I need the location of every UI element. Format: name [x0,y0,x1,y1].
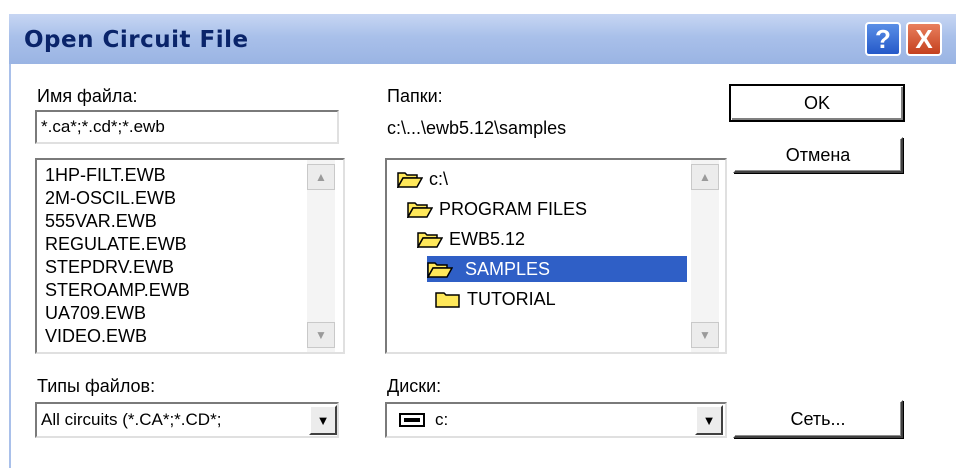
chevron-down-icon[interactable]: ▼ [309,405,337,435]
list-item[interactable]: STEPDRV.EWB [45,258,174,277]
list-item[interactable]: 555VAR.EWB [45,212,157,231]
scroll-up-icon[interactable]: ▲ [691,164,719,190]
filetypes-value: All circuits (*.CA*;*.CD*; [41,410,222,429]
filename-value: *.ca*;*.cd*;*.ewb [41,117,165,136]
list-item[interactable]: VIDEO.EWB [45,327,147,346]
open-folder-icon [426,260,454,280]
filetypes-label: Типы файлов: [37,376,156,396]
help-icon: ? [875,23,891,54]
title-bar[interactable]: Open Circuit File ? X [9,14,956,64]
folder-tree-label: TUTORIAL [467,288,556,309]
file-list[interactable]: 1HP-FILT.EWB 2M-OSCIL.EWB 555VAR.EWB REGULA… [35,158,345,354]
list-item[interactable]: REGULATE.EWB [45,235,187,254]
dialog-title: Open Circuit File [24,27,249,53]
help-button[interactable]: ? [865,22,901,56]
list-item[interactable]: UA709.EWB [45,304,146,323]
list-item[interactable]: 2M-OSCIL.EWB [45,189,176,208]
filename-label: Имя файла: [37,86,138,106]
folder-tree-item[interactable]: c:\ [396,166,449,192]
folder-tree-label: SAMPLES [465,258,551,279]
filename-input[interactable]: *.ca*;*.cd*;*.ewb [35,110,339,144]
folder-tree-item[interactable]: PROGRAM FILES [406,196,588,222]
network-button-label: Сеть... [790,408,846,429]
file-list-scrollbar[interactable]: ▲ ▼ [307,160,335,352]
open-folder-icon [406,200,434,220]
current-path: c:\...\ewb5.12\samples [387,118,567,138]
ok-button[interactable]: OK [729,84,905,122]
drives-select[interactable]: c: ▼ [385,402,727,438]
cancel-button[interactable]: Отмена [733,137,903,173]
scroll-down-icon[interactable]: ▼ [691,322,719,348]
open-folder-icon [416,230,444,250]
ok-button-label: OK [803,92,830,113]
list-item[interactable]: STEROAMP.EWB [45,281,190,300]
close-icon: X [915,23,933,54]
cancel-button-label: Отмена [785,144,851,165]
folder-tree-label: c:\ [429,168,449,189]
open-folder-icon [396,170,424,190]
folder-tree-item[interactable]: TUTORIAL [435,286,556,312]
open-circuit-dialog: Open Circuit File ? X Имя файла: *.ca*;*… [0,0,959,468]
network-button[interactable]: Сеть... [733,400,903,438]
filetypes-select[interactable]: All circuits (*.CA*;*.CD*; ▼ [35,402,339,438]
folder-tree-item[interactable]: EWB5.12 [416,226,526,252]
folder-tree-scrollbar[interactable]: ▲ ▼ [691,160,719,352]
folder-icon [435,290,461,308]
scroll-up-icon[interactable]: ▲ [307,164,335,190]
folder-tree-item[interactable]: SAMPLES [426,256,687,282]
folder-tree[interactable]: c:\ PROGRAM FILES EWB5.12 SAMPLES TUTORIAL ▲… [385,158,727,354]
close-button[interactable]: X [906,22,942,56]
chevron-down-icon[interactable]: ▼ [695,405,723,435]
folders-label: Папки: [387,86,443,106]
drives-value: c: [435,410,449,429]
list-item[interactable]: 1HP-FILT.EWB [45,166,166,185]
drive-icon [399,413,425,427]
folder-tree-label: EWB5.12 [449,228,526,249]
folder-tree-label: PROGRAM FILES [439,198,588,219]
scroll-down-icon[interactable]: ▼ [307,322,335,348]
drives-label: Диски: [387,376,442,396]
dialog-body: Имя файла: *.ca*;*.cd*;*.ewb 1HP-FILT.EW… [9,64,958,468]
